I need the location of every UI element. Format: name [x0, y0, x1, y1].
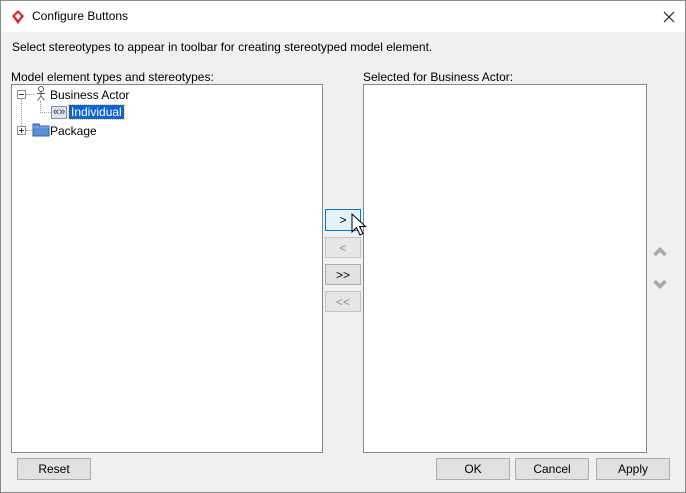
cancel-button[interactable]: Cancel — [515, 458, 589, 480]
tree-line — [40, 112, 51, 113]
configure-buttons-dialog: Configure Buttons Select stereotypes to … — [0, 0, 686, 493]
tree-node-business-actor[interactable]: Business Actor — [50, 88, 129, 102]
stereotype-icon: «» — [51, 106, 68, 119]
mouse-cursor-icon — [351, 213, 367, 236]
reset-button[interactable]: Reset — [17, 458, 91, 480]
instruction-text: Select stereotypes to appear in toolbar … — [12, 40, 433, 54]
tree-node-individual[interactable]: Individual — [68, 104, 125, 120]
remove-button[interactable]: < — [325, 237, 361, 258]
close-button[interactable] — [657, 6, 681, 28]
move-up-icon[interactable] — [652, 245, 668, 257]
title-bar: Configure Buttons — [1, 1, 685, 32]
tree-node-package[interactable]: Package — [50, 124, 97, 138]
left-panel-label: Model element types and stereotypes: — [11, 70, 214, 84]
tree-line — [26, 94, 34, 95]
add-all-button[interactable]: >> — [325, 264, 361, 285]
move-down-icon[interactable] — [652, 279, 668, 291]
close-icon — [663, 11, 675, 23]
tree-collapse-toggle-business-actor[interactable] — [17, 90, 26, 99]
window-title: Configure Buttons — [32, 9, 129, 23]
right-panel-label: Selected for Business Actor: — [363, 70, 514, 84]
app-logo-icon — [12, 10, 24, 24]
apply-button[interactable]: Apply — [596, 458, 670, 480]
package-folder-icon — [32, 123, 50, 137]
tree-expand-toggle-package[interactable] — [17, 126, 26, 135]
model-element-tree[interactable]: Business Actor «» Individual Package — [11, 84, 323, 453]
ok-button[interactable]: OK — [436, 458, 510, 480]
selected-stereotypes-list[interactable] — [363, 84, 647, 453]
business-actor-icon — [37, 86, 45, 101]
remove-all-button[interactable]: << — [325, 291, 361, 312]
